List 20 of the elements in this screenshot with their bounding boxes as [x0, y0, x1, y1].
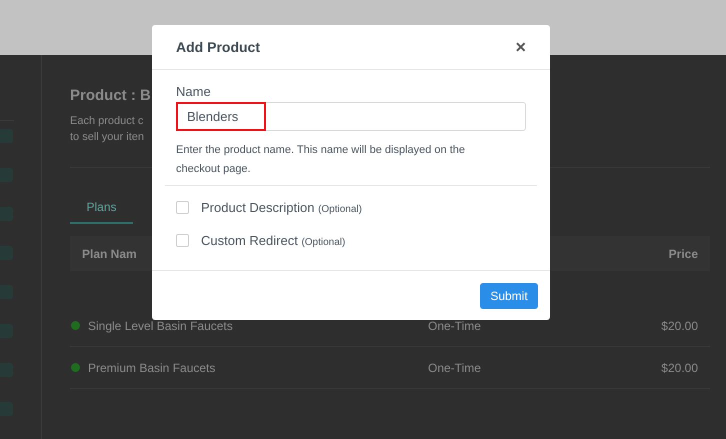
checkbox[interactable] — [176, 234, 189, 247]
close-button[interactable]: × — [515, 38, 526, 56]
column-header: Plan Nam — [82, 246, 137, 262]
plan-name: Premium Basin Faucets — [88, 360, 216, 376]
plan-type: One-Time — [428, 318, 481, 334]
page-description: to sell your iten — [70, 130, 144, 145]
checkbox[interactable] — [176, 201, 189, 214]
tab[interactable]: Plans — [70, 194, 133, 224]
plan-price: $20.00 — [661, 318, 698, 334]
column-header: Price — [668, 246, 698, 262]
dialog-title: Add Product — [176, 38, 260, 56]
name-label: Name — [176, 84, 212, 100]
plan-price: $20.00 — [661, 360, 698, 376]
option-label[interactable]: Custom Redirect (Optional) — [201, 230, 346, 250]
page-description: Each product c — [70, 114, 144, 129]
page-title: Product : B — [70, 87, 151, 105]
plan-name: Single Level Basin Faucets — [88, 318, 234, 334]
plan-type: One-Time — [428, 360, 481, 376]
option-label[interactable]: Product Description (Optional) — [201, 198, 362, 218]
help-text: Enter the product name. This name will be displayed on the checkout page. — [176, 143, 466, 177]
